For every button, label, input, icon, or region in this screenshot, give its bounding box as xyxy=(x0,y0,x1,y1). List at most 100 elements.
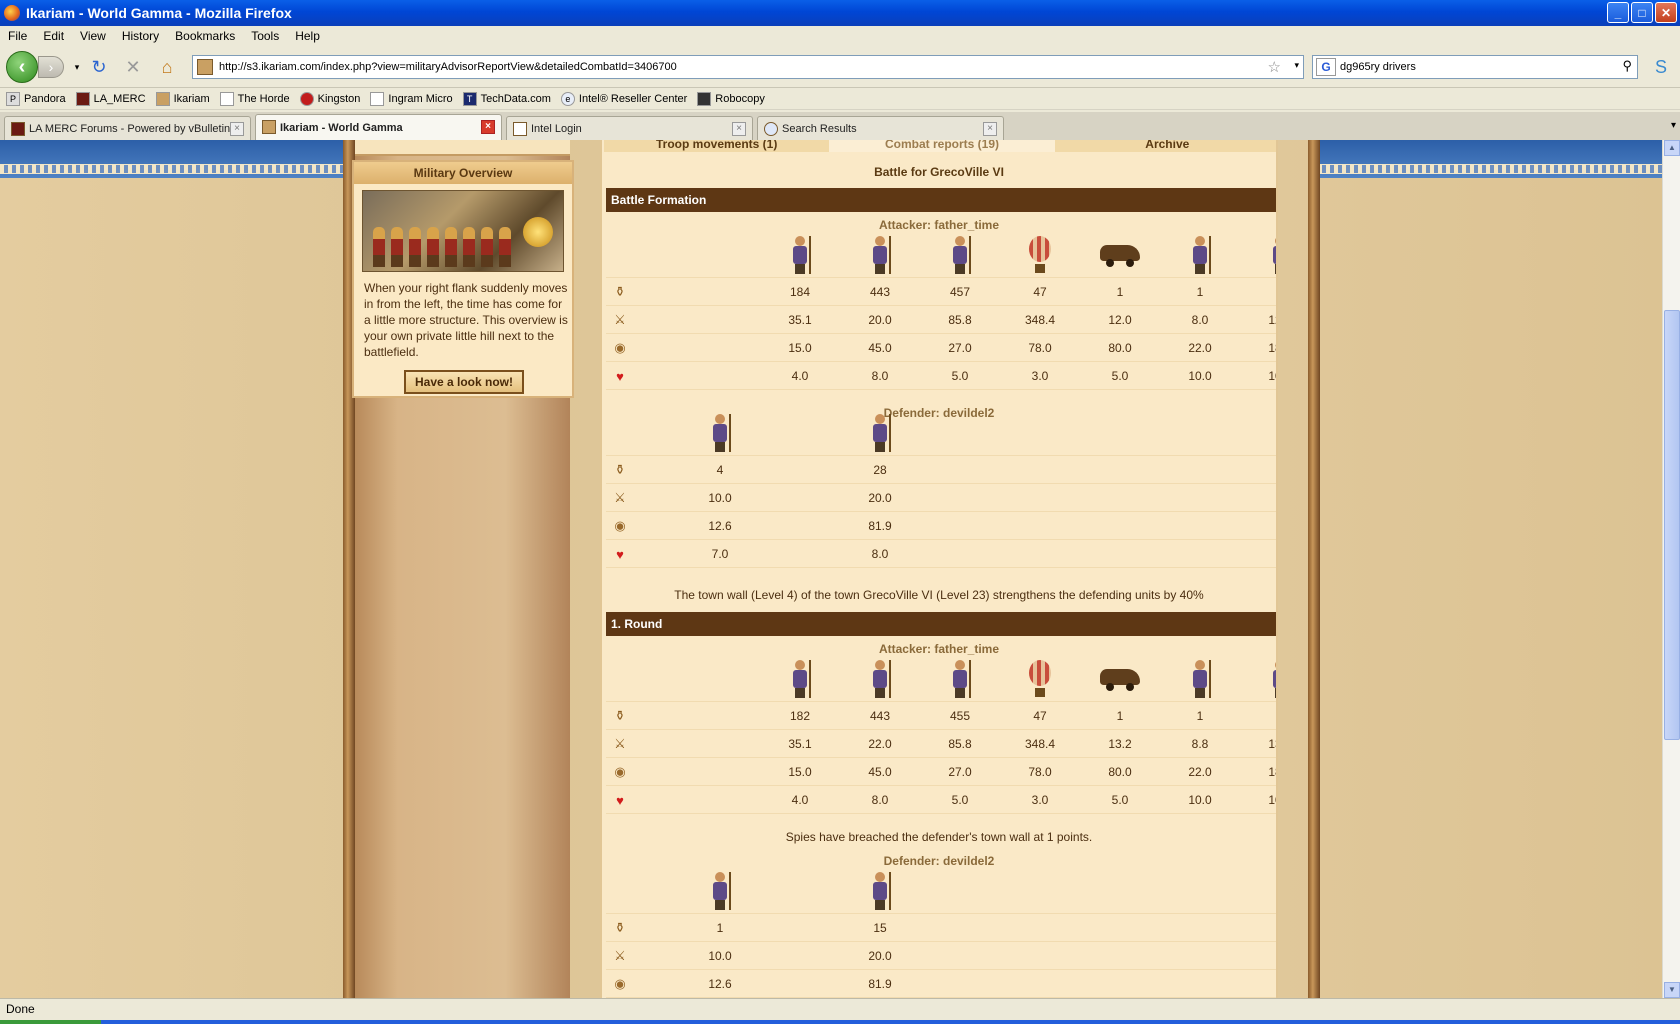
search-input[interactable]: dg965ry drivers xyxy=(1340,61,1416,73)
stop-icon[interactable]: ✕ xyxy=(122,56,144,78)
close-tab-icon[interactable]: × xyxy=(983,122,997,136)
back-button[interactable]: ‹ xyxy=(6,51,38,83)
unit-icon[interactable] xyxy=(1160,660,1240,698)
bookmark-robocopy[interactable]: Robocopy xyxy=(697,91,765,106)
tab-search-results[interactable]: Search Results × xyxy=(757,116,1004,140)
stat-cell: 457 xyxy=(949,285,971,299)
bookmark-the-horde[interactable]: The Horde xyxy=(219,91,290,106)
bookmark-star-icon[interactable]: ☆ xyxy=(1268,58,1281,76)
stat-cell: 13.2 xyxy=(1108,737,1132,751)
skype-icon[interactable]: S xyxy=(1650,56,1672,78)
formation-attacker-label: Attacker: father_time xyxy=(878,218,1000,232)
scroll-down-arrow[interactable]: ▼ xyxy=(1664,982,1680,998)
tab-ikariam[interactable]: Ikariam - World Gamma × xyxy=(255,114,502,140)
unit-icon[interactable] xyxy=(760,236,840,274)
unit-icon[interactable] xyxy=(680,872,760,910)
menu-tools[interactable]: Tools xyxy=(243,29,287,43)
report-subtabs: Troop movements (1) Combat reports (19) … xyxy=(604,140,1276,152)
history-dropdown-icon[interactable]: ▾ xyxy=(66,56,88,78)
unit-icon[interactable] xyxy=(920,660,1000,698)
stat-cell: 22.0 xyxy=(868,737,892,751)
tab-combat-reports[interactable]: Combat reports (19) xyxy=(829,140,1055,152)
stat-cell: 28 xyxy=(873,463,887,477)
unit-icon[interactable] xyxy=(680,414,760,452)
have-a-look-button[interactable]: Have a look now! xyxy=(404,370,524,394)
search-box[interactable]: G dg965ry drivers ⚲ xyxy=(1312,55,1638,79)
stat-row-defense: ◉ 12.6 81.9 xyxy=(606,970,1276,998)
round-1-header: 1. Round xyxy=(606,612,1276,636)
bookmark-intel-reseller[interactable]: e Intel® Reseller Center xyxy=(560,91,687,106)
bookmark-kingston[interactable]: Kingston xyxy=(299,91,360,106)
close-tab-icon[interactable]: × xyxy=(732,122,746,136)
stat-cell: 81.9 xyxy=(868,977,892,991)
bookmark-techdata[interactable]: T TechData.com xyxy=(462,91,551,106)
forward-button[interactable]: › xyxy=(38,56,64,78)
scroll-thumb[interactable] xyxy=(1664,310,1680,740)
unit-icon[interactable] xyxy=(920,236,1000,274)
unit-icon[interactable] xyxy=(1160,236,1240,274)
menu-file[interactable]: File xyxy=(0,29,35,43)
minimize-button[interactable]: _ xyxy=(1607,2,1629,23)
unit-icon[interactable] xyxy=(1000,660,1080,698)
google-icon[interactable]: G xyxy=(1316,58,1336,76)
bookmark-ingram-micro[interactable]: Ingram Micro xyxy=(370,91,453,106)
menu-edit[interactable]: Edit xyxy=(35,29,72,43)
reload-icon[interactable]: ↻ xyxy=(88,56,110,78)
stat-row-defense: ◉ 12.6 81.9 xyxy=(606,512,1276,540)
tab-troop-movements[interactable]: Troop movements (1) xyxy=(604,140,830,152)
site-favicon-icon xyxy=(197,59,213,75)
unit-icon[interactable] xyxy=(1080,660,1160,698)
unit-icon[interactable] xyxy=(840,872,920,910)
military-overview-description: When your right flank suddenly moves in … xyxy=(364,281,568,359)
stat-cell: 1 xyxy=(1196,709,1204,723)
close-window-button[interactable]: ✕ xyxy=(1655,2,1677,23)
unit-icon[interactable] xyxy=(840,236,920,274)
menu-history[interactable]: History xyxy=(114,29,167,43)
address-bar[interactable]: http://s3.ikariam.com/index.php?view=mil… xyxy=(192,55,1304,79)
close-tab-icon[interactable]: × xyxy=(481,120,495,134)
address-url: http://s3.ikariam.com/index.php?view=mil… xyxy=(219,61,677,73)
maximize-button[interactable]: □ xyxy=(1631,2,1653,23)
unit-icon[interactable] xyxy=(1080,236,1160,274)
home-icon[interactable]: ⌂ xyxy=(156,56,178,78)
menu-help[interactable]: Help xyxy=(287,29,328,43)
menu-bookmarks[interactable]: Bookmarks xyxy=(167,29,243,43)
frame-post-right xyxy=(1308,140,1320,998)
search-icon[interactable]: ⚲ xyxy=(1622,58,1632,74)
unit-icon[interactable] xyxy=(840,414,920,452)
unit-icon[interactable] xyxy=(1240,236,1276,274)
combat-report-panel: Troop movements (1) Combat reports (19) … xyxy=(600,140,1278,998)
stat-cell: 78.0 xyxy=(1028,765,1052,779)
stat-cell: 1 xyxy=(1116,709,1124,723)
taskbar-strip xyxy=(0,1020,1680,1024)
tab-la-merc-forums[interactable]: LA MERC Forums - Powered by vBulletin × xyxy=(4,116,251,140)
bookmark-ikariam[interactable]: Ikariam xyxy=(155,91,210,106)
unit-icon[interactable] xyxy=(760,660,840,698)
stat-cell: 455 xyxy=(949,709,971,723)
navigation-toolbar: ‹ › ▾ ↻ ✕ ⌂ http://s3.ikariam.com/index.… xyxy=(0,46,1680,88)
techdata-icon: T xyxy=(462,91,477,106)
bookmark-pandora[interactable]: P Pandora xyxy=(6,91,66,106)
stat-cell: 20.0 xyxy=(868,949,892,963)
vertical-scrollbar[interactable]: ▲ ▼ xyxy=(1662,140,1680,998)
url-dropdown-icon[interactable]: ▾ xyxy=(1294,60,1299,71)
bookmark-la-merc[interactable]: LA_MERC xyxy=(75,91,146,106)
heart-icon: ♥ xyxy=(616,368,624,384)
tab-intel-login[interactable]: Intel Login × xyxy=(506,116,753,140)
scroll-up-arrow[interactable]: ▲ xyxy=(1664,140,1680,156)
stat-cell: 184 xyxy=(789,285,811,299)
pandora-icon: P xyxy=(6,91,20,106)
close-tab-icon[interactable]: × xyxy=(230,122,244,136)
tab-list-dropdown-icon[interactable]: ▾ xyxy=(1671,120,1676,131)
stat-cell: 85.8 xyxy=(948,313,972,327)
stat-row-attack: ⚔ 10.0 20.0 xyxy=(606,484,1276,512)
sword-icon: ⚔ xyxy=(614,490,626,505)
unit-icon[interactable] xyxy=(840,660,920,698)
round-attacker-label: Attacker: father_time xyxy=(878,642,1000,656)
soldier-icon: ⚱ xyxy=(614,708,626,723)
menu-view[interactable]: View xyxy=(72,29,114,43)
stat-cell: 1 xyxy=(1240,278,1276,306)
tab-archive[interactable]: Archive xyxy=(1054,140,1276,152)
unit-icon[interactable] xyxy=(1000,236,1080,274)
unit-icon[interactable] xyxy=(1240,660,1276,698)
